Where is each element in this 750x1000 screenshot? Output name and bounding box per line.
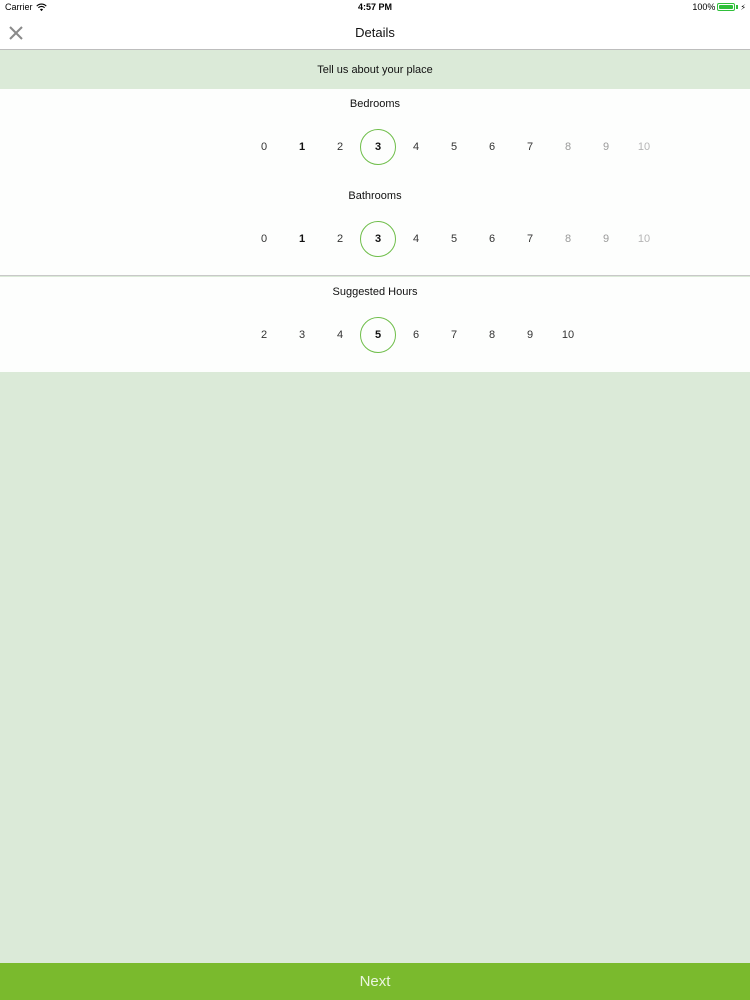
suggested-hours-label: Suggested Hours bbox=[332, 286, 418, 298]
nav-bar: Details bbox=[0, 16, 750, 66]
battery-percent: 100% bbox=[692, 2, 716, 12]
option-3[interactable]: 3 bbox=[359, 221, 397, 257]
option-9[interactable]: 9 bbox=[587, 129, 625, 165]
option-9[interactable]: 9 bbox=[587, 221, 625, 257]
option-7[interactable]: 7 bbox=[511, 221, 549, 257]
option-0[interactable]: 0 bbox=[245, 221, 283, 257]
option-8[interactable]: 8 bbox=[473, 317, 511, 353]
option-1[interactable]: 1 bbox=[283, 129, 321, 165]
suggested-hours-options: 2 3 4 5 6 7 8 9 10 bbox=[245, 317, 587, 353]
option-3[interactable]: 3 bbox=[283, 317, 321, 353]
bedrooms-picker: Bedrooms 0 1 2 3 4 5 6 7 8 9 10 bbox=[0, 89, 750, 184]
bedrooms-label: Bedrooms bbox=[349, 98, 401, 110]
option-5[interactable]: 5 bbox=[435, 221, 473, 257]
battery-icon bbox=[717, 3, 736, 11]
option-6[interactable]: 6 bbox=[473, 221, 511, 257]
option-8[interactable]: 8 bbox=[549, 221, 587, 257]
page-title: Details bbox=[355, 25, 395, 40]
option-4[interactable]: 4 bbox=[397, 221, 435, 257]
option-5[interactable]: 5 bbox=[359, 317, 397, 353]
option-10[interactable]: 10 bbox=[625, 129, 663, 165]
status-time: 4:57 PM bbox=[357, 2, 392, 12]
option-8[interactable]: 8 bbox=[549, 129, 587, 165]
bathrooms-picker: Bathrooms 0 1 2 3 4 5 6 7 8 9 10 bbox=[0, 181, 750, 276]
bathrooms-options: 0 1 2 3 4 5 6 7 8 9 10 bbox=[245, 221, 663, 257]
option-2[interactable]: 2 bbox=[321, 221, 359, 257]
option-2[interactable]: 2 bbox=[321, 129, 359, 165]
option-10[interactable]: 10 bbox=[625, 221, 663, 257]
status-bar: Carrier 4:57 PM 100% ⚡ bbox=[0, 0, 750, 16]
option-1[interactable]: 1 bbox=[283, 221, 321, 257]
section-header: Tell us about your place bbox=[0, 51, 750, 89]
bedrooms-options: 0 1 2 3 4 5 6 7 8 9 10 bbox=[245, 129, 663, 165]
option-6[interactable]: 6 bbox=[473, 129, 511, 165]
option-9[interactable]: 9 bbox=[511, 317, 549, 353]
option-6[interactable]: 6 bbox=[397, 317, 435, 353]
option-4[interactable]: 4 bbox=[321, 317, 359, 353]
bathrooms-label: Bathrooms bbox=[348, 190, 402, 202]
option-10[interactable]: 10 bbox=[549, 317, 587, 353]
option-3[interactable]: 3 bbox=[359, 129, 397, 165]
option-7[interactable]: 7 bbox=[511, 129, 549, 165]
next-button[interactable]: Next bbox=[0, 963, 750, 1000]
status-right: 100% ⚡ bbox=[692, 2, 746, 12]
option-0[interactable]: 0 bbox=[245, 129, 283, 165]
charging-bolt-icon: ⚡ bbox=[740, 2, 746, 12]
option-7[interactable]: 7 bbox=[435, 317, 473, 353]
option-2[interactable]: 2 bbox=[245, 317, 283, 353]
option-5[interactable]: 5 bbox=[435, 129, 473, 165]
suggested-hours-picker: Suggested Hours 2 3 4 5 6 7 8 9 10 bbox=[0, 277, 750, 372]
battery-tip bbox=[736, 5, 739, 9]
option-4[interactable]: 4 bbox=[397, 129, 435, 165]
